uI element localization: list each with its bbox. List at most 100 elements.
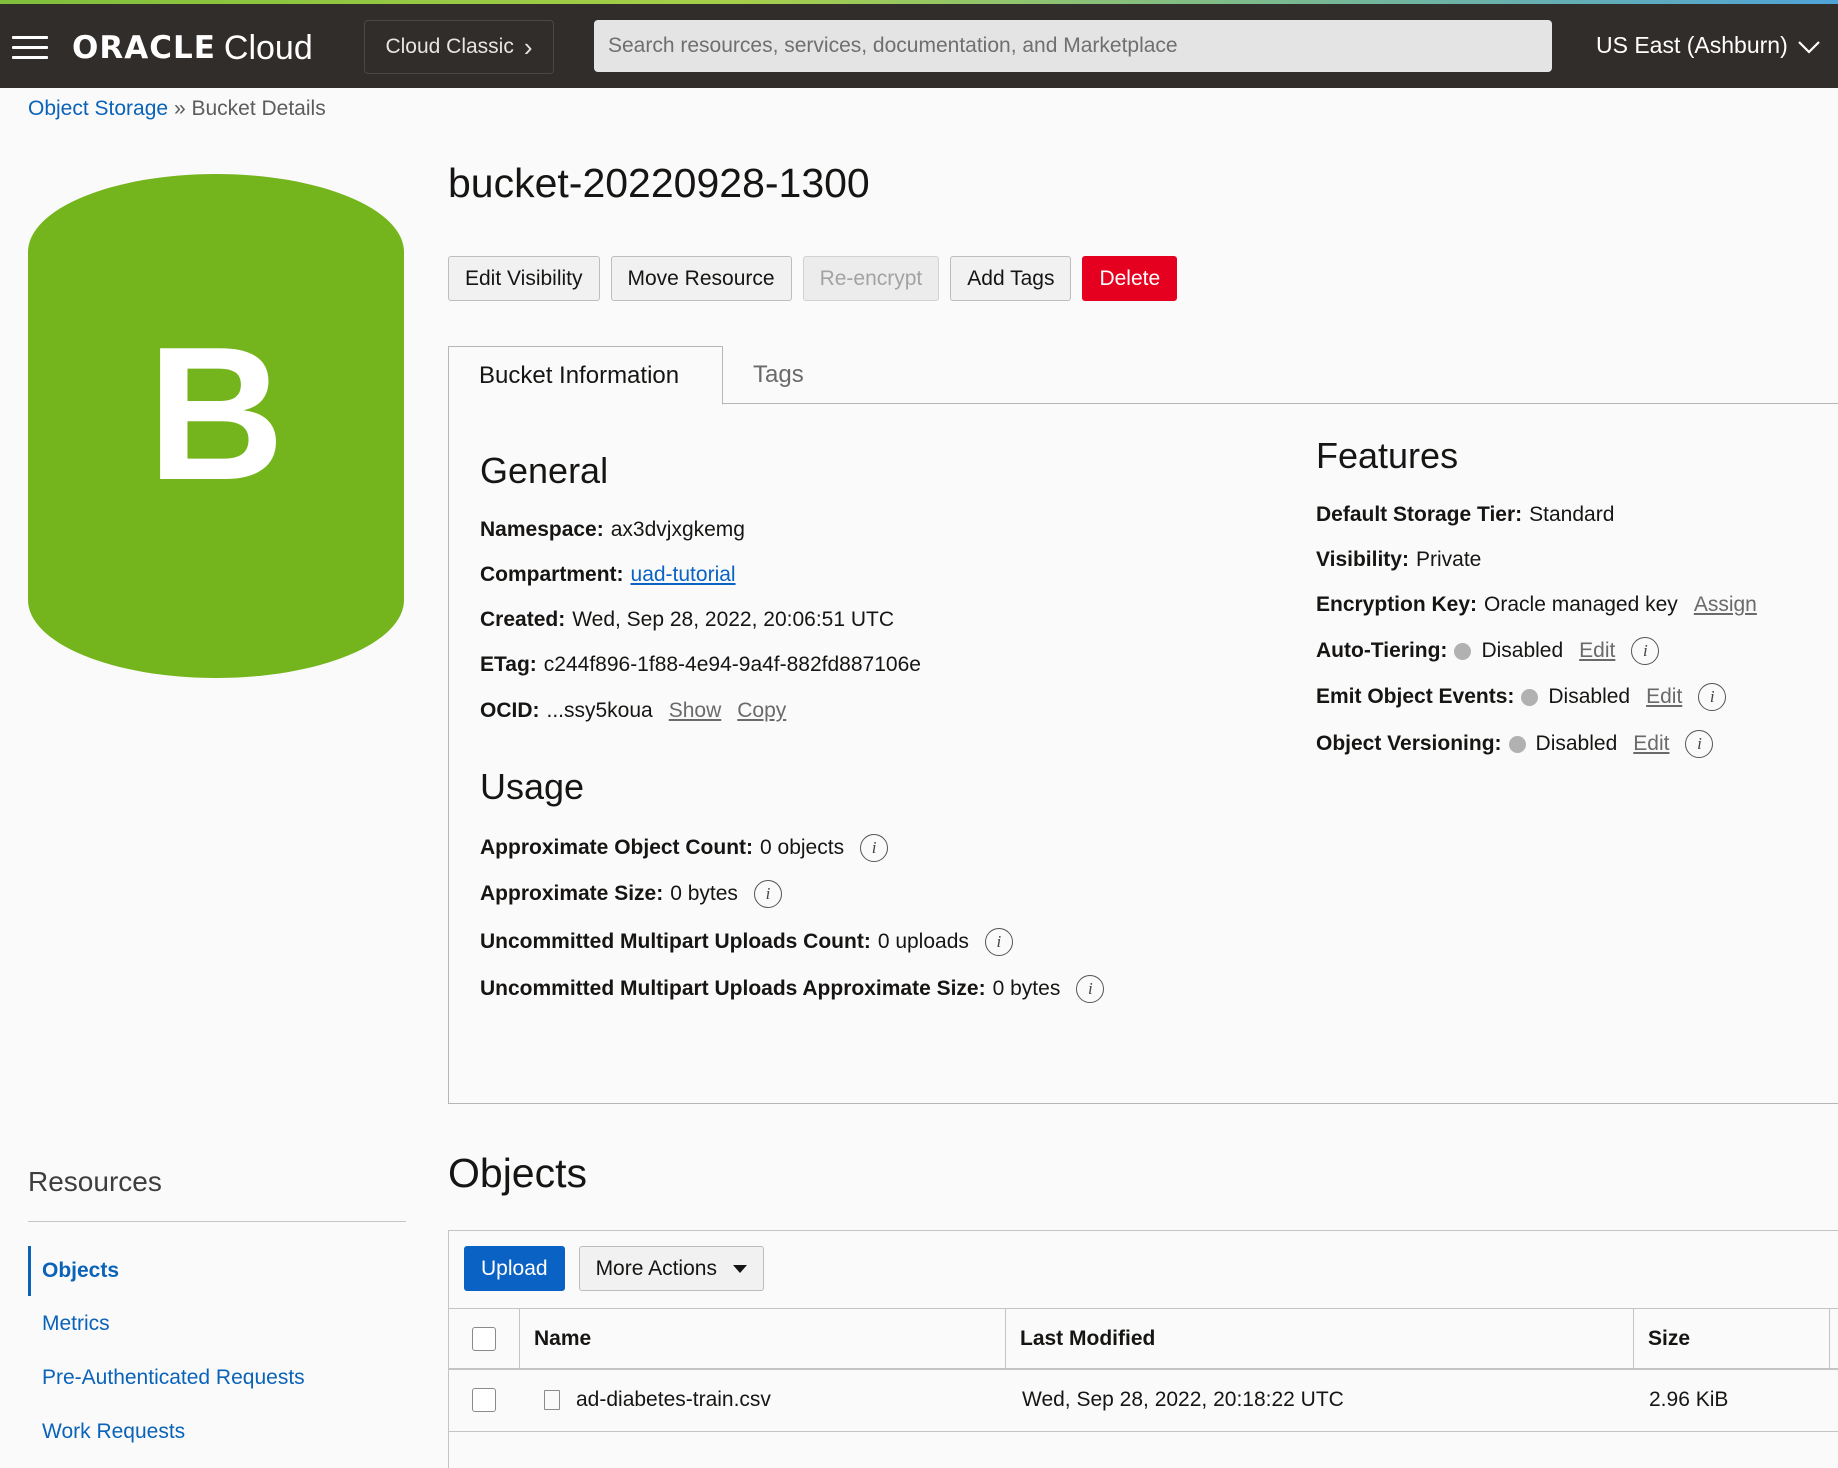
delete-button[interactable]: Delete — [1082, 256, 1178, 301]
edit-visibility-button[interactable]: Edit Visibility — [448, 256, 600, 301]
auto-tiering-row: Auto-Tiering: Disabled Edit i — [1316, 637, 1660, 665]
info-icon[interactable]: i — [860, 834, 889, 862]
compartment-link[interactable]: uad-tutorial — [631, 563, 736, 587]
more-actions-button[interactable]: More Actions — [578, 1246, 764, 1291]
cloud-classic-label: Cloud Classic — [385, 35, 514, 58]
tab-bucket-information[interactable]: Bucket Information — [448, 346, 723, 405]
column-header-name[interactable]: Name — [520, 1309, 1006, 1369]
ocid-label: OCID: — [480, 699, 540, 722]
table-row[interactable]: ad-diabetes-train.csv Wed, Sep 28, 2022,… — [448, 1370, 1838, 1432]
multipart-count-row: Uncommitted Multipart Uploads Count: 0 u… — [480, 928, 1013, 956]
select-all-checkbox[interactable] — [471, 1327, 496, 1351]
namespace-row: Namespace: ax3dvjxgkemg — [480, 518, 745, 542]
object-last-modified: Wed, Sep 28, 2022, 20:18:22 UTC — [1022, 1388, 1344, 1411]
reencrypt-button[interactable]: Re-encrypt — [802, 256, 940, 301]
multipart-size-value: 0 bytes — [992, 977, 1061, 1000]
versioning-edit-link[interactable]: Edit — [1633, 732, 1669, 756]
bucket-badge-icon: B — [28, 174, 404, 678]
storage-tier-label: Default Storage Tier: — [1316, 503, 1523, 526]
compartment-row: Compartment: uad-tutorial — [480, 563, 736, 587]
emit-events-value: Disabled — [1548, 685, 1631, 708]
multipart-size-row: Uncommitted Multipart Uploads Approximat… — [480, 975, 1105, 1003]
status-dot-icon — [1508, 735, 1526, 753]
storage-tier-row: Default Storage Tier: Standard — [1316, 503, 1614, 527]
column-header-last-modified[interactable]: Last Modified — [1006, 1309, 1634, 1369]
emit-events-label: Emit Object Events: — [1316, 685, 1515, 708]
info-icon[interactable]: i — [1685, 730, 1714, 758]
emit-events-edit-link[interactable]: Edit — [1646, 685, 1682, 709]
object-name[interactable]: ad-diabetes-train.csv — [576, 1388, 771, 1412]
upload-button[interactable]: Upload — [464, 1246, 565, 1291]
region-label: US East (Ashburn) — [1596, 32, 1788, 58]
info-icon[interactable]: i — [753, 880, 782, 908]
etag-value: c244f896-1f88-4e94-9a4f-882fd887106e — [543, 653, 921, 676]
breadcrumb: Object Storage » Bucket Details — [28, 97, 326, 121]
versioning-value: Disabled — [1535, 732, 1618, 755]
info-icon[interactable]: i — [1698, 683, 1727, 711]
detail-tabs: Bucket Information Tags — [448, 346, 1838, 405]
compartment-label: Compartment: — [480, 563, 624, 586]
oracle-cloud-logo[interactable]: ORACLE Cloud — [72, 26, 313, 70]
encryption-row: Encryption Key: Oracle managed key Assig… — [1316, 593, 1757, 617]
logo-cloud-text: Cloud — [223, 28, 313, 67]
auto-tiering-edit-link[interactable]: Edit — [1579, 639, 1615, 663]
assign-link[interactable]: Assign — [1694, 593, 1757, 617]
approx-size-value: 0 bytes — [670, 882, 738, 905]
sidebar-item-metrics[interactable]: Metrics — [28, 1299, 110, 1349]
namespace-value: ax3dvjxgkemg — [610, 518, 745, 541]
info-icon[interactable]: i — [1076, 975, 1105, 1003]
ocid-copy-link[interactable]: Copy — [737, 699, 786, 723]
namespace-label: Namespace: — [480, 518, 604, 541]
status-dot-icon — [1521, 688, 1539, 706]
etag-row: ETag: c244f896-1f88-4e94-9a4f-882fd88710… — [480, 653, 921, 677]
breadcrumb-object-storage[interactable]: Object Storage — [28, 97, 168, 120]
breadcrumb-separator: » — [173, 97, 186, 120]
region-selector[interactable]: US East (Ashburn) — [1596, 32, 1820, 59]
multipart-count-value: 0 uploads — [877, 930, 969, 953]
objects-heading: Objects — [448, 1150, 587, 1196]
search-input[interactable] — [594, 20, 1552, 72]
created-row: Created: Wed, Sep 28, 2022, 20:06:51 UTC — [480, 608, 894, 632]
multipart-count-label: Uncommitted Multipart Uploads Count: — [480, 930, 871, 953]
resources-divider — [28, 1221, 406, 1222]
approx-size-label: Approximate Size: — [480, 882, 664, 905]
select-all-cell — [448, 1309, 520, 1369]
ocid-value: ...ssy5koua — [546, 699, 653, 722]
info-icon[interactable]: i — [1631, 637, 1660, 665]
ocid-show-link[interactable]: Show — [669, 699, 722, 723]
sidebar-item-pre-authenticated-requests[interactable]: Pre-Authenticated Requests — [28, 1353, 305, 1403]
visibility-row: Visibility: Private — [1316, 548, 1481, 572]
sidebar-item-work-requests[interactable]: Work Requests — [28, 1407, 185, 1457]
visibility-value: Private — [1415, 548, 1482, 571]
caret-down-icon — [732, 1264, 747, 1273]
cloud-classic-button[interactable]: Cloud Classic › — [364, 20, 554, 74]
page-title: bucket-20220928-1300 — [448, 160, 870, 206]
etag-label: ETag: — [480, 653, 537, 676]
sidebar-item-objects[interactable]: Objects — [28, 1246, 119, 1296]
object-size: 2.96 KiB — [1649, 1388, 1729, 1411]
storage-tier-value: Standard — [1529, 503, 1615, 526]
row-checkbox[interactable] — [472, 1388, 496, 1412]
breadcrumb-current: Bucket Details — [191, 97, 326, 120]
tab-tags[interactable]: Tags — [723, 346, 834, 404]
menu-icon[interactable] — [12, 36, 48, 59]
status-dot-icon — [1454, 642, 1472, 660]
versioning-label: Object Versioning: — [1316, 732, 1502, 755]
auto-tiering-value: Disabled — [1481, 639, 1564, 662]
move-resource-button[interactable]: Move Resource — [610, 256, 792, 301]
auto-tiering-label: Auto-Tiering: — [1316, 639, 1448, 662]
info-icon[interactable]: i — [984, 928, 1013, 956]
chevron-down-icon — [1797, 40, 1820, 54]
resources-heading: Resources — [28, 1166, 162, 1197]
column-header-size[interactable]: Size — [1634, 1309, 1830, 1369]
encryption-value: Oracle managed key — [1484, 593, 1678, 616]
add-tags-button[interactable]: Add Tags — [950, 256, 1072, 301]
general-heading: General — [480, 450, 609, 491]
emit-events-row: Emit Object Events: Disabled Edit i — [1316, 683, 1727, 711]
file-icon — [544, 1390, 560, 1410]
created-value: Wed, Sep 28, 2022, 20:06:51 UTC — [572, 608, 895, 631]
object-name-cell: ad-diabetes-train.csv — [544, 1370, 771, 1430]
bucket-badge-letter: B — [147, 308, 285, 520]
bucket-actions: Edit Visibility Move Resource Re-encrypt… — [448, 256, 1178, 301]
encryption-label: Encryption Key: — [1316, 593, 1478, 616]
